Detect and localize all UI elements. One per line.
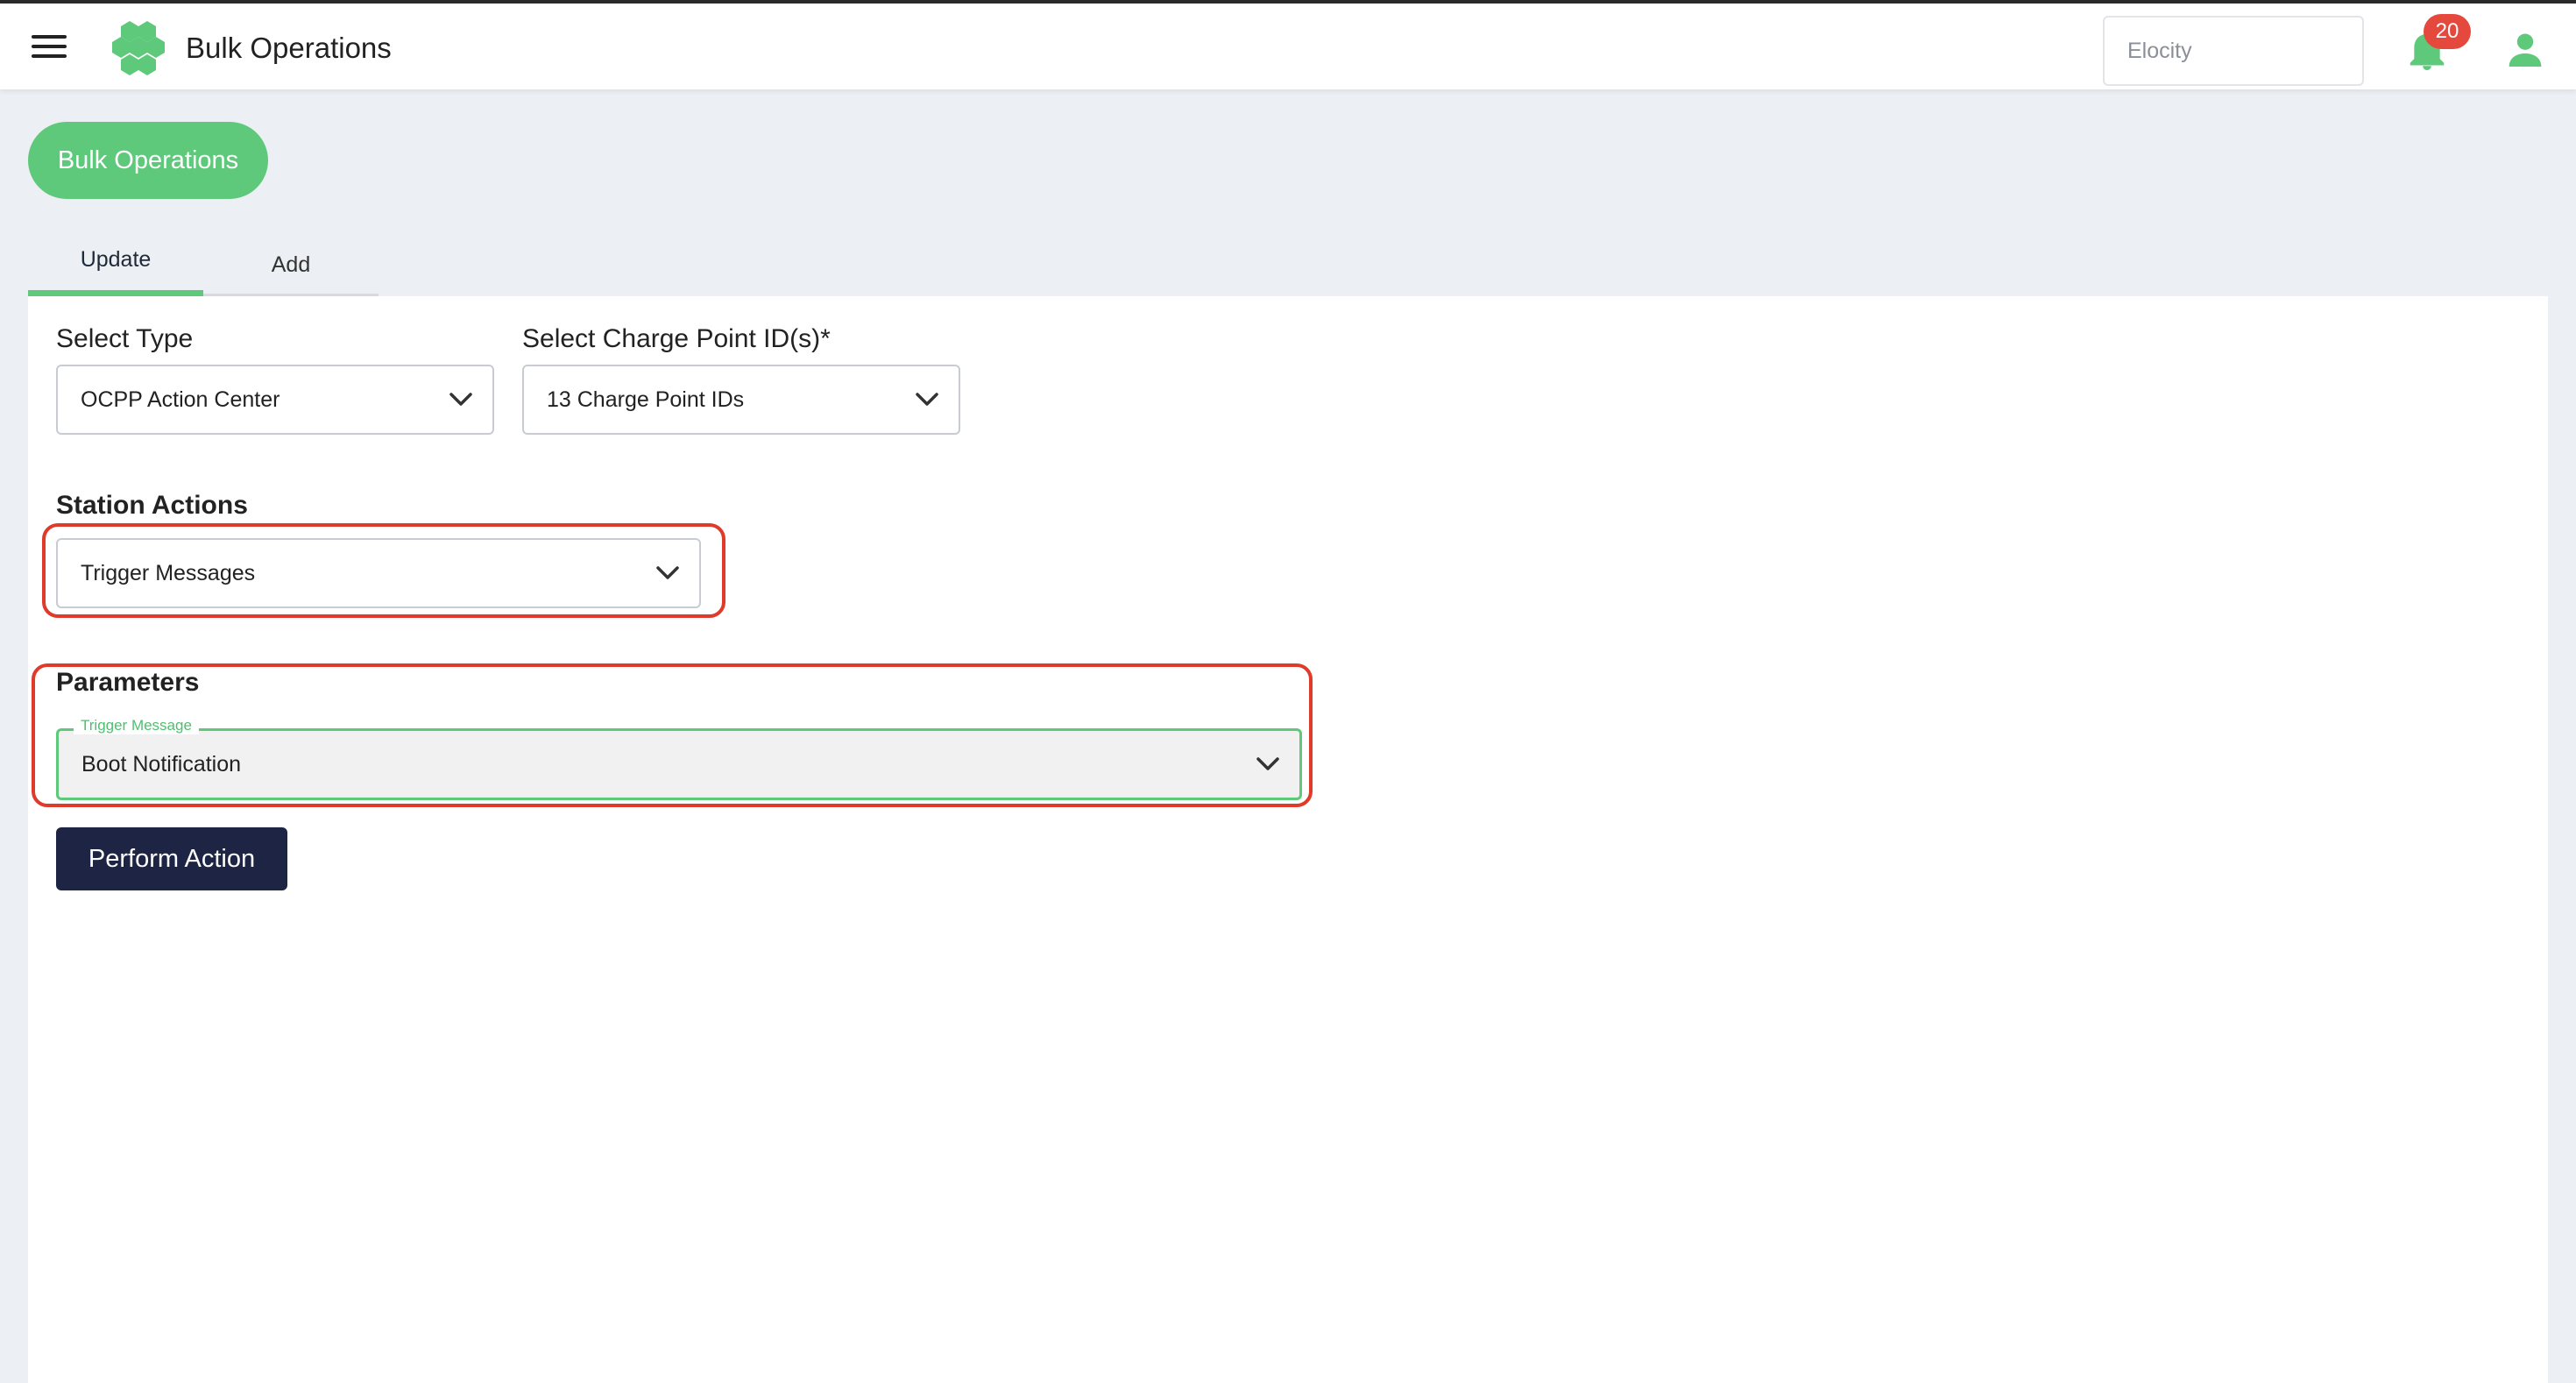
perform-action-button[interactable]: Perform Action — [56, 827, 287, 890]
chevron-down-icon — [656, 566, 679, 579]
organization-input[interactable] — [2103, 16, 2364, 86]
logo-icon — [112, 21, 165, 75]
station-actions-dropdown[interactable]: Trigger Messages — [56, 538, 701, 608]
tab-bar: Update Add — [28, 233, 379, 296]
trigger-message-value: Boot Notification — [81, 752, 242, 777]
app-title: Bulk Operations — [186, 32, 392, 64]
chevron-down-icon — [916, 393, 938, 406]
station-actions-value: Trigger Messages — [81, 561, 256, 585]
menu-icon[interactable] — [32, 35, 67, 61]
notification-badge: 20 — [2424, 14, 2471, 49]
tab-add[interactable]: Add — [203, 238, 379, 301]
user-icon[interactable] — [2508, 32, 2543, 67]
trigger-message-floating-label: Trigger Message — [74, 717, 199, 734]
select-type-label: Select Type — [56, 324, 194, 353]
trigger-message-dropdown[interactable]: Boot Notification — [56, 728, 1302, 800]
select-type-dropdown[interactable]: OCPP Action Center — [56, 365, 494, 435]
chevron-down-icon — [449, 393, 472, 406]
select-type-value: OCPP Action Center — [81, 387, 280, 412]
form-panel — [28, 296, 2548, 1383]
charge-point-value: 13 Charge Point IDs — [547, 387, 745, 412]
chevron-down-icon — [1256, 757, 1279, 770]
parameters-label: Parameters — [56, 668, 200, 697]
bulk-operations-pill[interactable]: Bulk Operations — [28, 122, 268, 199]
station-actions-label: Station Actions — [56, 491, 248, 520]
app-header: Bulk Operations 20 — [0, 4, 2576, 89]
charge-point-dropdown[interactable]: 13 Charge Point IDs — [522, 365, 960, 435]
charge-point-label: Select Charge Point ID(s)* — [522, 324, 831, 353]
tab-update[interactable]: Update — [28, 233, 203, 296]
